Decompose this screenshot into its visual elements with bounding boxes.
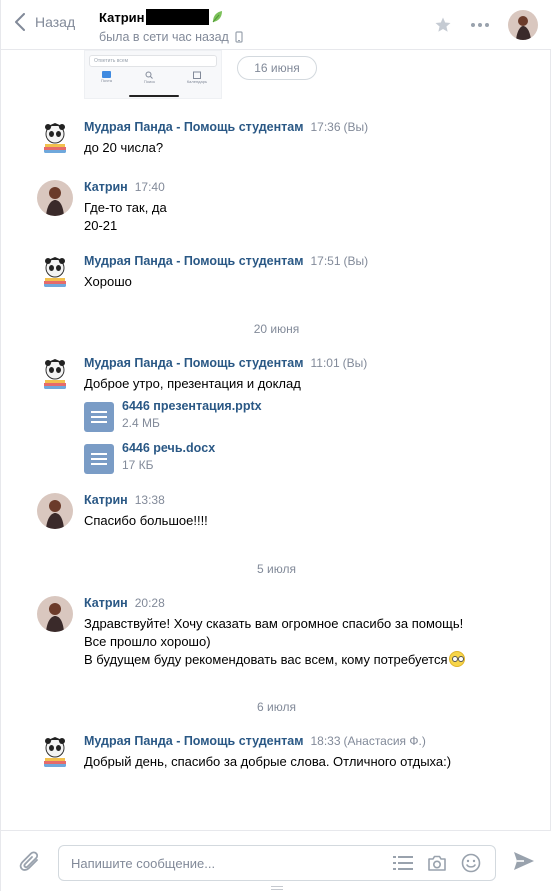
message-text: Спасибо большое!!!!: [84, 513, 208, 528]
message-text: 20-21: [84, 218, 118, 233]
document-size: 2.4 МБ: [122, 416, 160, 430]
document-name[interactable]: 6446 презентация.pptx: [122, 399, 262, 413]
chat-header: Назад Катрин была в сети час назад: [1, 0, 551, 50]
date-badge: 16 июня: [237, 56, 317, 80]
star-icon[interactable]: [434, 16, 452, 34]
window-frame: Назад Катрин была в сети час назад Ответ…: [0, 0, 551, 891]
message-author[interactable]: Катрин: [84, 180, 128, 194]
message-text: до 20 числа?: [84, 140, 164, 155]
date-separator: 5 июля: [257, 562, 296, 576]
peer-avatar[interactable]: [508, 10, 538, 40]
thumbnail-search: Ответить всем: [89, 55, 217, 67]
message-time[interactable]: 18:33: [310, 734, 340, 748]
resize-grip[interactable]: [271, 886, 283, 890]
thumbnail-tab: Поиск: [144, 71, 155, 84]
mail-icon: [101, 71, 111, 78]
message-sender-note: (Вы): [343, 120, 369, 134]
template-list-icon[interactable]: [393, 855, 413, 871]
screenshot-thumbnail[interactable]: Ответить всем Почта Поиск Календарь: [84, 50, 222, 99]
mobile-icon: [235, 31, 243, 43]
message-input-box[interactable]: [58, 845, 496, 881]
thumbnail-tab: Календарь: [187, 71, 207, 84]
thumbnail-tab-label: Почта: [100, 78, 113, 83]
panda-avatar[interactable]: [37, 254, 73, 290]
message-text: Здравствуйте! Хочу сказать вам огромное …: [84, 616, 464, 631]
message-author[interactable]: Мудрая Панда - Помощь студентам: [84, 356, 303, 370]
message-feed[interactable]: Ответить всем Почта Поиск Календарь 16 и…: [1, 50, 551, 830]
katrin-avatar[interactable]: [37, 493, 73, 529]
message-time[interactable]: 17:40: [135, 180, 165, 194]
message-text: Все прошло хорошо): [84, 634, 211, 649]
chevron-left-icon: [15, 13, 25, 31]
date-separator: 6 июля: [257, 700, 296, 714]
search-icon: [145, 71, 154, 79]
message-time[interactable]: 11:01: [310, 356, 339, 370]
panda-avatar[interactable]: [37, 356, 73, 392]
camera-icon[interactable]: [427, 854, 447, 872]
peer-name[interactable]: Катрин: [99, 10, 144, 25]
message-text: Где-то так, да: [84, 200, 167, 215]
message-sender-note: (Вы): [343, 254, 369, 268]
thumbnail-tab-label: Календарь: [186, 79, 208, 84]
message-author[interactable]: Мудрая Панда - Помощь студентам: [84, 254, 303, 268]
message-author[interactable]: Катрин: [84, 493, 128, 507]
katrin-avatar[interactable]: [37, 180, 73, 216]
leaf-icon: [213, 11, 223, 23]
panda-avatar[interactable]: [37, 734, 73, 770]
message-author[interactable]: Катрин: [84, 596, 128, 610]
paperclip-icon[interactable]: [19, 849, 41, 873]
calendar-icon: [192, 71, 201, 79]
more-icon[interactable]: [470, 22, 490, 28]
emoji-smile-icon[interactable]: [461, 853, 481, 873]
message-text: В будущем буду рекомендовать вас всем, к…: [84, 652, 448, 667]
back-label: Назад: [35, 14, 76, 30]
message-time[interactable]: 13:38: [135, 493, 165, 507]
emoji-icon: [448, 651, 465, 667]
back-button[interactable]: Назад: [15, 13, 75, 31]
message-sender-note: (Анастасия Ф.): [343, 734, 426, 748]
message-author[interactable]: Мудрая Панда - Помощь студентам: [84, 734, 303, 748]
message-input[interactable]: [71, 854, 371, 872]
message-author[interactable]: Мудрая Панда - Помощь студентам: [84, 120, 303, 134]
date-separator: 20 июня: [253, 322, 300, 336]
document-icon: [84, 444, 114, 474]
document-icon: [84, 402, 114, 432]
peer-status: была в сети час назад: [99, 30, 229, 44]
thumbnail-tab: Почта: [101, 71, 112, 84]
document-attachment[interactable]: 6446 речь.docx 17 КБ: [84, 441, 534, 477]
message-time[interactable]: 17:51: [310, 254, 340, 268]
document-attachment[interactable]: 6446 презентация.pptx 2.4 МБ: [84, 399, 534, 435]
message-text: Хорошо: [84, 274, 132, 289]
panda-avatar[interactable]: [37, 120, 73, 156]
document-size: 17 КБ: [122, 458, 154, 472]
message-sender-note: (Вы): [342, 356, 368, 370]
message-time[interactable]: 17:36: [310, 120, 340, 134]
document-name[interactable]: 6446 речь.docx: [122, 441, 215, 455]
peer-info[interactable]: Катрин была в сети час назад: [99, 8, 243, 44]
message-composer: [1, 830, 551, 891]
message-time[interactable]: 20:28: [135, 596, 165, 610]
send-icon[interactable]: [513, 851, 535, 871]
katrin-avatar[interactable]: [37, 596, 73, 632]
thumbnail-tab-label: Поиск: [143, 79, 155, 84]
message-text: Доброе утро, презентация и доклад: [84, 376, 301, 391]
message-text: Добрый день, спасибо за добрые слова. От…: [84, 754, 452, 769]
redacted-surname: [146, 9, 210, 25]
home-indicator: [129, 95, 179, 97]
